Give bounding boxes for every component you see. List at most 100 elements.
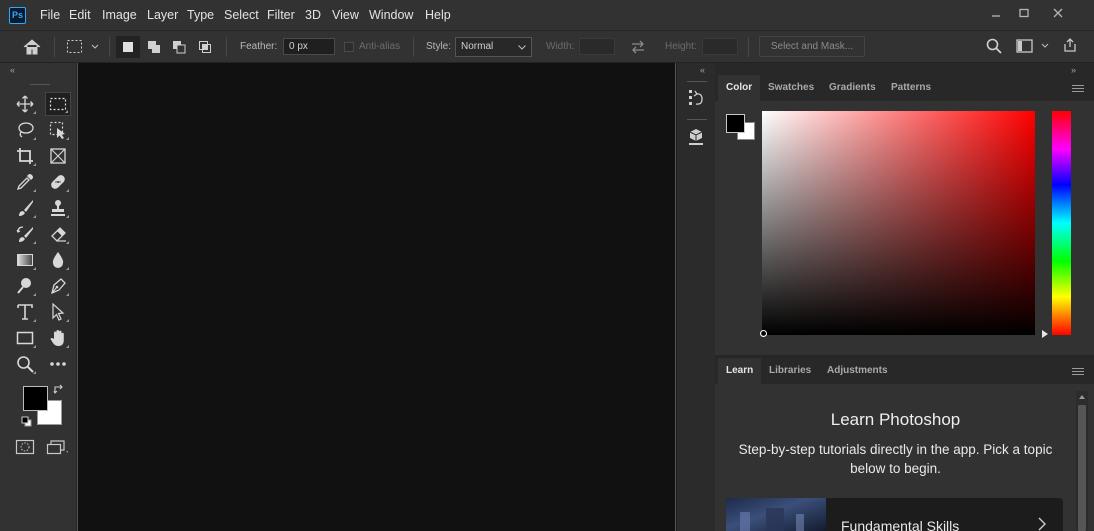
- menu-edit[interactable]: Edit: [64, 0, 96, 31]
- search-button[interactable]: [986, 38, 1002, 54]
- history-brush-tool[interactable]: [12, 222, 38, 246]
- learn-panel-menu-icon[interactable]: [1072, 368, 1084, 377]
- frame-tool[interactable]: [45, 144, 71, 168]
- document-canvas[interactable]: [78, 63, 675, 531]
- path-selection-tool[interactable]: [45, 300, 71, 324]
- hue-slider[interactable]: [1052, 111, 1071, 335]
- menu-3d[interactable]: 3D: [300, 0, 326, 31]
- height-input[interactable]: [702, 38, 738, 55]
- home-button[interactable]: [22, 38, 42, 56]
- history-panel-button[interactable]: [687, 88, 705, 108]
- tab-learn[interactable]: Learn: [718, 358, 762, 384]
- tab-patterns[interactable]: Patterns: [883, 75, 939, 101]
- hand-tool[interactable]: [45, 326, 71, 350]
- expand-dock-icon[interactable]: «: [700, 65, 705, 75]
- maximize-button[interactable]: [1011, 4, 1037, 22]
- scroll-up-icon[interactable]: [1079, 395, 1085, 399]
- options-bar: Feather: 0 px Anti-alias Style: Normal W…: [0, 31, 1094, 63]
- antialias-checkbox[interactable]: [344, 42, 354, 52]
- gradient-tool[interactable]: [12, 248, 38, 272]
- share-button[interactable]: [1062, 37, 1078, 53]
- tab-color[interactable]: Color: [718, 75, 761, 101]
- swap-dimensions-button[interactable]: [630, 40, 646, 54]
- blur-tool[interactable]: [45, 248, 71, 272]
- color-panel-menu-icon[interactable]: [1072, 85, 1084, 94]
- zoom-tool[interactable]: [12, 352, 38, 376]
- collapse-panels-icon[interactable]: »: [1071, 65, 1076, 75]
- tool-preset-picker[interactable]: [66, 39, 102, 55]
- menu-help[interactable]: Help: [420, 0, 456, 31]
- learn-scrollbar[interactable]: [1076, 391, 1088, 531]
- move-tool[interactable]: [12, 92, 38, 116]
- saturation-brightness-field[interactable]: [762, 111, 1035, 335]
- menu-layer[interactable]: Layer: [142, 0, 183, 31]
- close-icon: [1053, 8, 1063, 18]
- scrollbar-thumb[interactable]: [1078, 405, 1086, 531]
- width-label: Width:: [546, 41, 575, 52]
- intersect-selection-button[interactable]: [193, 36, 217, 58]
- close-button[interactable]: [1045, 4, 1071, 22]
- add-selection-icon: [148, 41, 160, 53]
- style-value: Normal: [461, 41, 494, 52]
- hue-slider-handle[interactable]: [1042, 330, 1048, 338]
- pen-tool-icon: [51, 278, 66, 295]
- marquee-tool[interactable]: [45, 92, 71, 116]
- tutorial-card[interactable]: Fundamental Skills: [726, 498, 1063, 531]
- rectangle-tool[interactable]: [12, 326, 38, 350]
- type-tool[interactable]: [12, 300, 38, 324]
- collapse-toolbar-icon[interactable]: «: [10, 65, 15, 75]
- clone-stamp-tool[interactable]: [45, 196, 71, 220]
- search-icon: [986, 38, 1002, 54]
- tab-adjustments[interactable]: Adjustments: [819, 358, 896, 384]
- color-picker-cursor[interactable]: [760, 330, 767, 337]
- default-colors-icon: [21, 416, 32, 427]
- 3d-panel-button[interactable]: [687, 127, 705, 147]
- menu-type[interactable]: Type: [182, 0, 219, 31]
- pen-tool[interactable]: [45, 274, 71, 298]
- tab-swatches[interactable]: Swatches: [760, 75, 822, 101]
- eraser-tool[interactable]: [45, 222, 71, 246]
- healing-brush-tool[interactable]: [45, 170, 71, 194]
- minimize-button[interactable]: [983, 4, 1009, 22]
- workspace-switcher[interactable]: [1016, 39, 1052, 53]
- marquee-tool-icon: [49, 97, 67, 111]
- frame-tool-icon: [50, 148, 66, 164]
- default-colors-button[interactable]: [21, 416, 32, 427]
- eyedropper-tool[interactable]: [12, 170, 38, 194]
- quick-mask-button[interactable]: [15, 439, 35, 455]
- tab-libraries[interactable]: Libraries: [761, 358, 819, 384]
- foreground-color-swatch[interactable]: [23, 386, 48, 411]
- color-panel-foreground-swatch[interactable]: [726, 114, 745, 133]
- crop-tool[interactable]: [12, 144, 38, 168]
- style-select[interactable]: Normal: [455, 37, 532, 57]
- color-panel: [715, 101, 1094, 355]
- menu-window[interactable]: Window: [364, 0, 418, 31]
- clone-stamp-tool-icon: [51, 200, 65, 216]
- menu-filter[interactable]: Filter: [262, 0, 300, 31]
- subtract-from-selection-button[interactable]: [167, 36, 191, 58]
- select-and-mask-button[interactable]: Select and Mask...: [759, 36, 865, 57]
- add-to-selection-button[interactable]: [142, 36, 166, 58]
- brush-tool-icon: [19, 200, 33, 216]
- tab-gradients[interactable]: Gradients: [821, 75, 884, 101]
- healing-brush-tool-icon: [51, 175, 65, 189]
- brush-tool[interactable]: [12, 196, 38, 220]
- menu-view[interactable]: View: [327, 0, 364, 31]
- screen-mode-button[interactable]: [46, 439, 70, 455]
- edit-toolbar-button[interactable]: [45, 352, 71, 376]
- lasso-tool-icon: [18, 122, 34, 138]
- object-selection-tool[interactable]: [45, 118, 71, 142]
- feather-input[interactable]: 0 px: [283, 38, 335, 55]
- lasso-tool[interactable]: [12, 118, 38, 142]
- swap-colors-button[interactable]: [53, 384, 65, 396]
- type-tool-icon: [17, 304, 33, 320]
- new-selection-button[interactable]: [116, 36, 140, 58]
- swap-arrows-icon: [632, 40, 644, 54]
- menu-file[interactable]: File: [35, 0, 65, 31]
- width-input[interactable]: [579, 38, 615, 55]
- new-selection-icon: [123, 42, 133, 52]
- share-icon: [1064, 38, 1076, 52]
- dodge-tool[interactable]: [12, 274, 38, 298]
- menu-select[interactable]: Select: [219, 0, 264, 31]
- menu-image[interactable]: Image: [97, 0, 142, 31]
